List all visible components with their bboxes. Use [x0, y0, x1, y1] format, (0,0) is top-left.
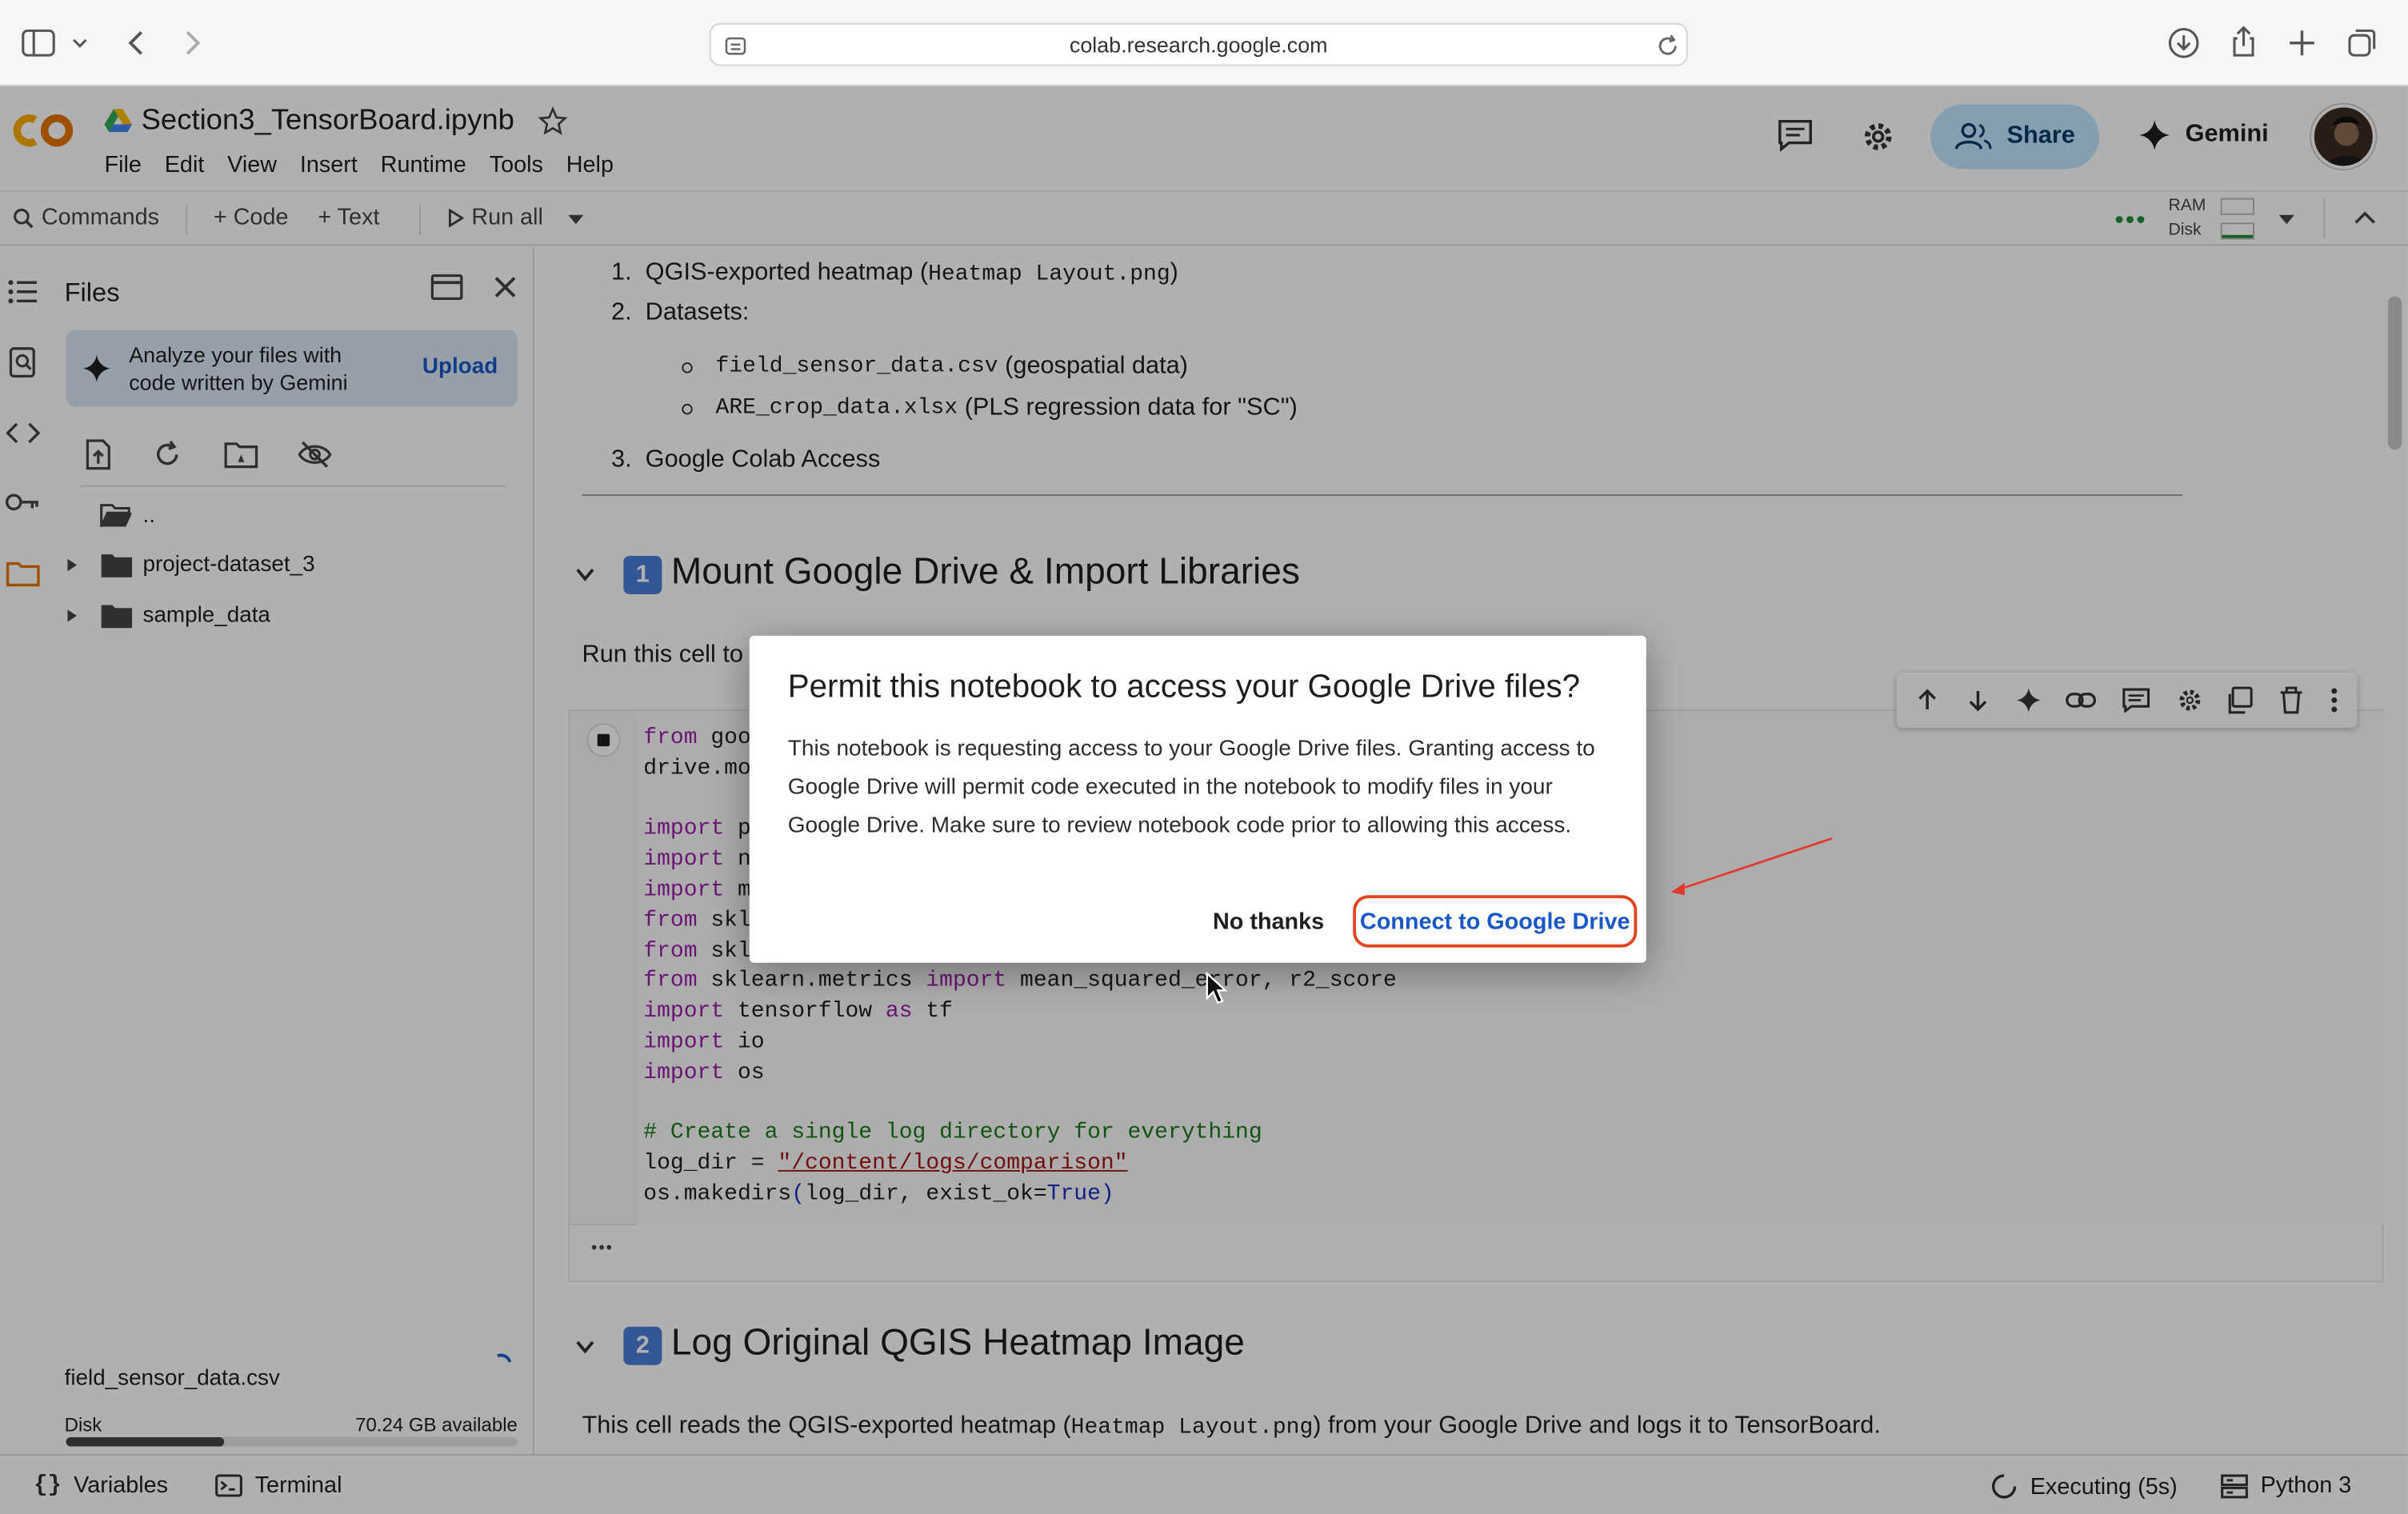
new-tab-icon[interactable]	[2285, 26, 2318, 60]
mouse-cursor-icon	[1206, 972, 1227, 1005]
chevron-down-icon[interactable]	[70, 34, 89, 52]
back-icon[interactable]	[123, 28, 151, 58]
dialog-body: This notebook is requesting access to yo…	[787, 737, 1595, 839]
download-icon[interactable]	[2167, 26, 2201, 60]
share-page-icon[interactable]	[2226, 25, 2260, 58]
tab-overview-icon[interactable]	[2345, 26, 2378, 60]
dialog-title: Permit this notebook to access your Goog…	[787, 669, 1581, 705]
url-text: colab.research.google.com	[1069, 32, 1328, 58]
no-thanks-button[interactable]: No thanks	[1202, 895, 1334, 947]
connect-to-google-drive-button[interactable]: Connect to Google Drive	[1353, 895, 1638, 948]
browser-toolbar: colab.research.google.com	[0, 0, 2408, 86]
forward-icon[interactable]	[178, 28, 206, 58]
address-bar[interactable]: colab.research.google.com	[709, 22, 1688, 66]
site-settings-icon[interactable]	[723, 34, 748, 58]
drive-permission-dialog: Permit this notebook to access your Goog…	[749, 635, 1646, 963]
reload-icon[interactable]	[1655, 34, 1680, 58]
sidebar-toggle-icon[interactable]	[22, 29, 55, 57]
annotation-arrow-icon	[1670, 837, 1833, 896]
